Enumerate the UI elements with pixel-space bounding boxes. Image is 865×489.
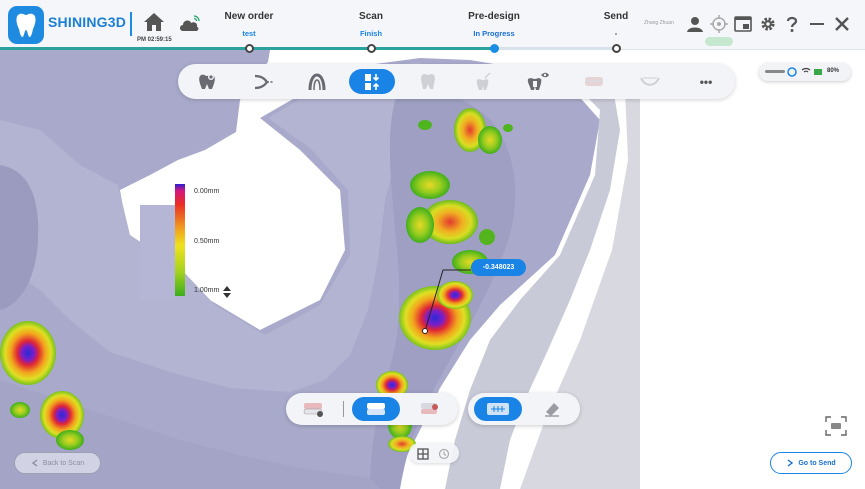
occlusion-check-icon[interactable]: [349, 69, 395, 94]
step-scan-title: Scan: [359, 11, 383, 22]
tooth-tool-faded-icon[interactable]: [460, 69, 506, 94]
legend-color-bar: [175, 184, 185, 296]
go-to-send-label: Go to Send: [798, 459, 836, 467]
measurement-value-label: -0.348023: [471, 259, 526, 276]
grid-view-icon[interactable]: [417, 447, 429, 465]
legend-mid-label: 0.50mm: [194, 238, 220, 245]
jaw-alignment-icon[interactable]: [241, 69, 287, 94]
chevron-right-icon: [787, 459, 794, 467]
progress-node-pre-design: [490, 44, 499, 53]
more-icon[interactable]: •••: [683, 69, 729, 94]
remote-status-pill: [705, 37, 733, 46]
legend-top-label: 0.00mm: [194, 188, 220, 195]
step-new-order[interactable]: New order test: [204, 11, 294, 38]
device-status-pill: 80%: [759, 63, 851, 81]
jaw-view-toolbar: [286, 393, 458, 425]
remote-target-icon[interactable]: [710, 15, 728, 33]
step-send-status: -: [614, 29, 618, 38]
app-header: SHINING3D PM 02:59:15 New order test Sca…: [0, 0, 865, 53]
tooth-visibility-icon[interactable]: [515, 69, 561, 94]
toolbar-separator: [343, 401, 344, 417]
back-to-scan-button[interactable]: Back to Scan: [14, 452, 101, 474]
upper-jaw-view-icon[interactable]: [294, 397, 334, 421]
view-controls: [409, 443, 459, 463]
cloud-sync-icon[interactable]: [178, 13, 200, 35]
legend-adjust-arrows-icon[interactable]: [223, 285, 231, 303]
tooth-faded-icon[interactable]: [405, 69, 451, 94]
lower-jaw-view-icon[interactable]: [410, 397, 450, 421]
minimize-icon[interactable]: [808, 15, 826, 33]
close-icon[interactable]: [833, 15, 851, 33]
screenshot-window-icon[interactable]: [734, 15, 752, 33]
step-new-order-status: test: [242, 29, 256, 38]
deviation-color-legend: 0.00mm 0.50mm 1.00mm: [175, 184, 235, 299]
user-icon[interactable]: [686, 15, 704, 33]
back-to-scan-label: Back to Scan: [42, 459, 85, 467]
jaw-outline-faded-icon[interactable]: [627, 69, 673, 94]
clock: PM 02:59:15: [137, 37, 172, 43]
history-icon[interactable]: [438, 447, 450, 465]
step-new-order-title: New order: [224, 11, 274, 22]
step-scan-status: Finish: [359, 29, 383, 38]
step-pre-design[interactable]: Pre-design In Progress: [449, 11, 539, 38]
go-to-send-button[interactable]: Go to Send: [770, 452, 852, 474]
design-toolbar: •••: [178, 64, 735, 99]
progress-node-new-order: [245, 44, 254, 53]
eraser-icon[interactable]: [530, 397, 574, 421]
chevron-left-icon: [31, 459, 38, 467]
home-icon[interactable]: [143, 12, 165, 32]
analysis-toolbar: [468, 393, 580, 425]
tooth-logo-icon: [8, 6, 44, 44]
step-scan[interactable]: Scan Finish: [326, 11, 416, 38]
user-name: Zhang Zhuan: [644, 20, 674, 26]
brand-name: SHINING3D: [48, 14, 127, 30]
both-jaws-view-icon[interactable]: [352, 397, 400, 421]
distance-map-icon[interactable]: [474, 397, 522, 421]
jaw-faded-icon[interactable]: [571, 69, 617, 94]
fit-view-icon[interactable]: [824, 415, 848, 437]
help-icon[interactable]: [783, 15, 801, 33]
tooth-marker-icon[interactable]: [184, 69, 230, 94]
settings-gear-icon[interactable]: [759, 15, 777, 33]
brand-divider: [130, 12, 132, 36]
battery-level: 80%: [827, 68, 840, 74]
progress-node-send: [612, 44, 621, 53]
progress-node-scan: [367, 44, 376, 53]
arch-icon[interactable]: [294, 69, 340, 94]
step-pre-design-status: In Progress: [473, 29, 515, 38]
legend-bottom-label: 1.00mm: [194, 287, 220, 294]
scanner-wifi-battery-icon: [765, 67, 822, 77]
step-pre-design-title: Pre-design: [468, 11, 520, 22]
